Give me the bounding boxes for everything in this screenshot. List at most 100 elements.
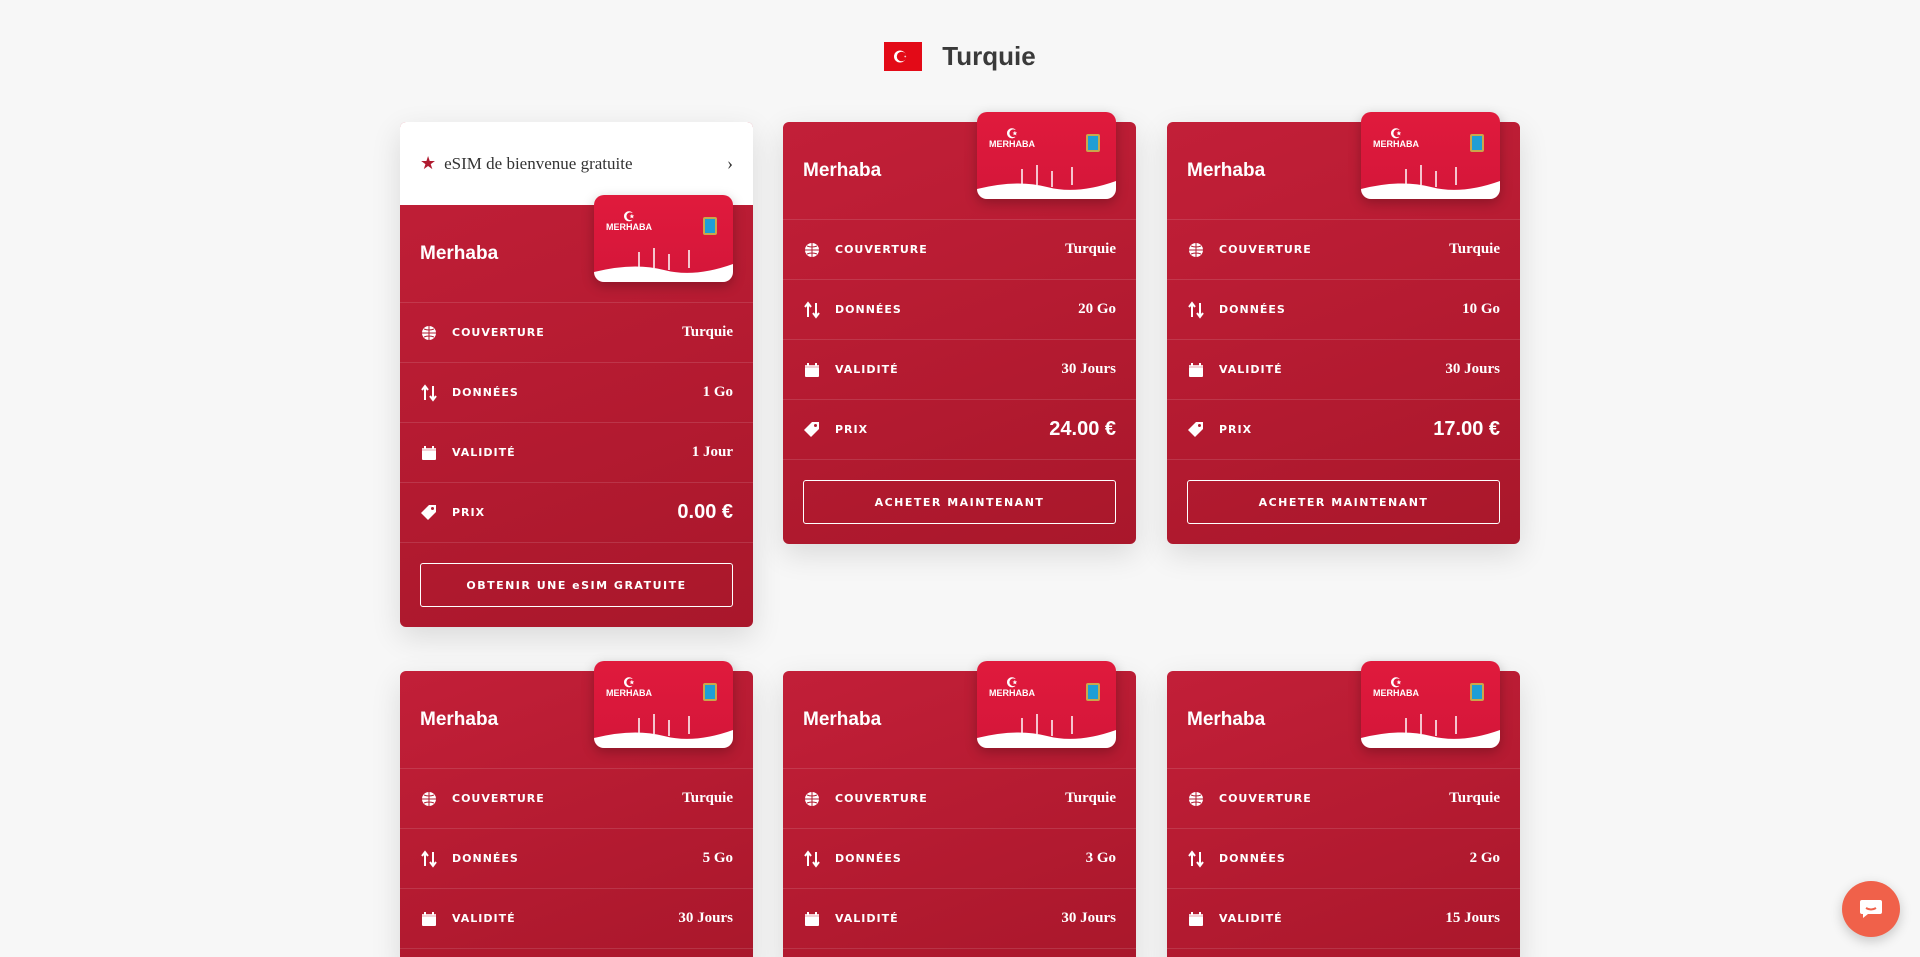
esim-logo-text: MERHABA bbox=[989, 688, 1035, 698]
coverage-row: COUVERTURE Turquie bbox=[400, 769, 753, 829]
crescent-icon: ☪ bbox=[1006, 126, 1018, 141]
coverage-row: COUVERTURE Turquie bbox=[1167, 220, 1520, 280]
data-row: DONNÉES 3 Go bbox=[783, 829, 1136, 889]
data-value: 3 Go bbox=[1085, 850, 1116, 866]
data-value: 2 Go bbox=[1469, 850, 1500, 866]
data-label: DONNÉES bbox=[835, 852, 902, 865]
esim-card-image: ☪ MERHABA bbox=[977, 112, 1116, 199]
skyline-decoration bbox=[1361, 165, 1500, 199]
esim-card-image: ☪ MERHABA bbox=[977, 661, 1116, 748]
validity-value: 30 Jours bbox=[1061, 910, 1116, 926]
data-value: 1 Go bbox=[702, 384, 733, 400]
crescent-icon: ☪ bbox=[623, 209, 635, 224]
esim-logo-text: MERHABA bbox=[606, 222, 652, 232]
esim-card-image: ☪ MERHABA bbox=[1361, 661, 1500, 748]
coverage-row: COUVERTURE Turquie bbox=[1167, 769, 1520, 829]
data-label: DONNÉES bbox=[1219, 852, 1286, 865]
buy-now-button[interactable]: ACHETER MAINTENANT bbox=[803, 480, 1116, 524]
price-value: 17.00 € bbox=[1433, 418, 1500, 440]
validity-label: VALIDITÉ bbox=[1219, 363, 1283, 376]
buy-now-button[interactable]: ACHETER MAINTENANT bbox=[1187, 480, 1500, 524]
esim-logo-text: MERHABA bbox=[989, 139, 1035, 149]
validity-value: 30 Jours bbox=[1445, 361, 1500, 377]
plan-name: Merhaba bbox=[420, 708, 499, 730]
globe-icon bbox=[803, 790, 821, 808]
data-label: DONNÉES bbox=[452, 852, 519, 865]
data-label: DONNÉES bbox=[452, 386, 519, 399]
esim-card-image: ☪ MERHABA bbox=[1361, 112, 1500, 199]
coverage-value: Turquie bbox=[682, 790, 733, 806]
plan-name: Merhaba bbox=[1187, 708, 1266, 730]
skyline-decoration bbox=[594, 714, 733, 748]
esim-logo-text: MERHABA bbox=[1373, 139, 1419, 149]
data-value: 10 Go bbox=[1462, 301, 1500, 317]
validity-value: 30 Jours bbox=[678, 910, 733, 926]
price-label: PRIX bbox=[835, 423, 869, 436]
sim-chip-icon bbox=[1470, 683, 1484, 701]
coverage-label: COUVERTURE bbox=[1219, 243, 1312, 256]
esim-logo-text: MERHABA bbox=[606, 688, 652, 698]
chat-button[interactable] bbox=[1842, 881, 1900, 937]
coverage-label: COUVERTURE bbox=[1219, 792, 1312, 805]
skyline-decoration bbox=[977, 165, 1116, 199]
validity-label: VALIDITÉ bbox=[452, 446, 516, 459]
plan-name: Merhaba bbox=[1187, 159, 1266, 181]
plan-card: Merhaba ☪ MERHABA COUVERTURE Turquie DONN… bbox=[783, 661, 1136, 957]
coverage-value: Turquie bbox=[682, 324, 733, 340]
skyline-decoration bbox=[594, 248, 733, 282]
arrows-up-down-icon bbox=[420, 849, 438, 868]
coverage-value: Turquie bbox=[1065, 790, 1116, 806]
crescent-icon: ☪ bbox=[1390, 675, 1402, 690]
sim-chip-icon bbox=[1470, 134, 1484, 152]
plan-name: Merhaba bbox=[420, 242, 499, 264]
validity-label: VALIDITÉ bbox=[835, 912, 899, 925]
coverage-value: Turquie bbox=[1449, 790, 1500, 806]
validity-value: 1 Jour bbox=[691, 444, 733, 460]
coverage-row: COUVERTURE Turquie bbox=[783, 769, 1136, 829]
arrows-up-down-icon bbox=[1187, 849, 1205, 868]
calendar-icon bbox=[1187, 361, 1205, 379]
calendar-icon bbox=[420, 444, 438, 462]
esim-card-image: ☪ MERHABA bbox=[594, 195, 733, 282]
arrows-up-down-icon bbox=[420, 383, 438, 402]
welcome-label: eSIM de bienvenue gratuite bbox=[444, 153, 633, 173]
validity-row: VALIDITÉ 30 Jours bbox=[783, 889, 1136, 949]
chevron-right-icon: › bbox=[727, 153, 733, 173]
skyline-decoration bbox=[977, 714, 1116, 748]
coverage-label: COUVERTURE bbox=[452, 792, 545, 805]
esim-logo-text: MERHABA bbox=[1373, 688, 1419, 698]
coverage-row: COUVERTURE Turquie bbox=[783, 220, 1136, 280]
data-row: DONNÉES 1 Go bbox=[400, 363, 753, 423]
data-row: DONNÉES 2 Go bbox=[1167, 829, 1520, 889]
plan-card: Merhaba ☪ MERHABA COUVERTURE Turquie DONN… bbox=[1167, 661, 1520, 957]
star-icon: ★ bbox=[420, 153, 437, 173]
coverage-label: COUVERTURE bbox=[835, 792, 928, 805]
validity-value: 15 Jours bbox=[1445, 910, 1500, 926]
calendar-icon bbox=[1187, 910, 1205, 928]
sim-chip-icon bbox=[1086, 683, 1100, 701]
globe-icon bbox=[420, 790, 438, 808]
price-row: PRIX 17.00 € bbox=[1167, 400, 1520, 460]
data-label: DONNÉES bbox=[1219, 303, 1286, 316]
price-label: PRIX bbox=[1219, 423, 1253, 436]
welcome-esim-link[interactable]: ★ eSIM de bienvenue gratuite › bbox=[400, 122, 753, 205]
plan-card: Merhaba ☪ MERHABA COUVERTURE Turquie DONN… bbox=[400, 661, 753, 957]
sim-chip-icon bbox=[703, 217, 717, 235]
validity-row: VALIDITÉ 15 Jours bbox=[1167, 889, 1520, 949]
plan-card: Merhaba ☪ MERHABA COUVERTURE Turquie DONN… bbox=[783, 112, 1136, 544]
esim-card-image: ☪ MERHABA bbox=[594, 661, 733, 748]
validity-row: VALIDITÉ 30 Jours bbox=[1167, 340, 1520, 400]
arrows-up-down-icon bbox=[803, 849, 821, 868]
page-header: Turquie bbox=[0, 40, 1920, 72]
coverage-value: Turquie bbox=[1065, 241, 1116, 257]
arrows-up-down-icon bbox=[803, 300, 821, 319]
crescent-icon: ☪ bbox=[1006, 675, 1018, 690]
calendar-icon bbox=[803, 361, 821, 379]
arrows-up-down-icon bbox=[1187, 300, 1205, 319]
get-free-esim-button[interactable]: OBTENIR UNE eSIM GRATUITE bbox=[420, 563, 733, 607]
globe-icon bbox=[1187, 241, 1205, 259]
data-label: DONNÉES bbox=[835, 303, 902, 316]
price-value: 0.00 € bbox=[677, 501, 733, 523]
chat-bubble-icon bbox=[1860, 900, 1882, 918]
data-value: 5 Go bbox=[702, 850, 733, 866]
